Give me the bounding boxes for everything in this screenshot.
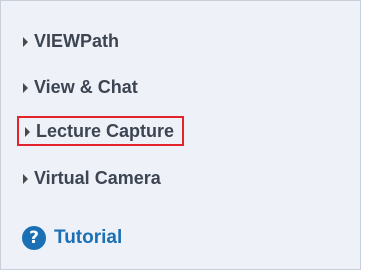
navigation-panel: VIEWPath View & Chat Lecture Capture Vir… bbox=[0, 0, 361, 270]
triangle-right-icon bbox=[23, 173, 28, 184]
help-icon: ? bbox=[22, 226, 46, 250]
menu-item-view-and-chat[interactable]: View & Chat bbox=[23, 73, 138, 101]
triangle-right-icon bbox=[23, 82, 28, 93]
menu-item-lecture-capture[interactable]: Lecture Capture bbox=[17, 116, 185, 146]
tutorial-link[interactable]: ? Tutorial bbox=[22, 226, 122, 250]
menu-item-label: View & Chat bbox=[34, 76, 138, 97]
menu-item-label: Lecture Capture bbox=[36, 120, 175, 141]
triangle-right-icon bbox=[23, 36, 28, 47]
triangle-right-icon bbox=[25, 126, 30, 137]
menu-item-label: VIEWPath bbox=[34, 30, 120, 51]
menu-item-virtual-camera[interactable]: Virtual Camera bbox=[23, 164, 161, 192]
tutorial-label: Tutorial bbox=[54, 227, 123, 248]
menu-item-label: Virtual Camera bbox=[34, 167, 161, 188]
menu-item-viewpath[interactable]: VIEWPath bbox=[23, 27, 119, 55]
